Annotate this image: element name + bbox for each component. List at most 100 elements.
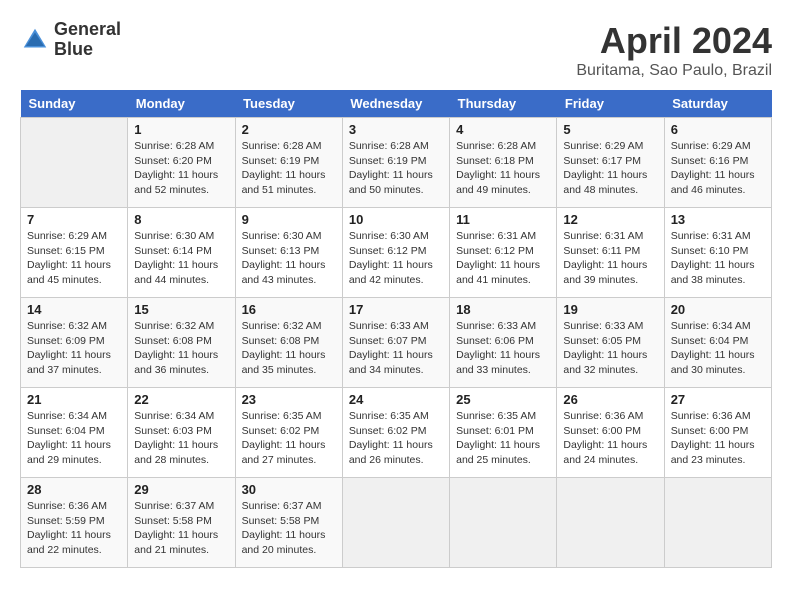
day-info: Sunrise: 6:33 AM Sunset: 6:05 PM Dayligh… bbox=[563, 319, 657, 378]
day-number: 24 bbox=[349, 392, 443, 407]
day-number: 11 bbox=[456, 212, 550, 227]
calendar-cell: 5 Sunrise: 6:29 AM Sunset: 6:17 PM Daylig… bbox=[557, 118, 664, 208]
calendar-cell bbox=[557, 478, 664, 568]
day-info: Sunrise: 6:28 AM Sunset: 6:18 PM Dayligh… bbox=[456, 139, 550, 198]
day-number: 20 bbox=[671, 302, 765, 317]
calendar-cell: 24 Sunrise: 6:35 AM Sunset: 6:02 PM Dayli… bbox=[342, 388, 449, 478]
day-info: Sunrise: 6:30 AM Sunset: 6:13 PM Dayligh… bbox=[242, 229, 336, 288]
day-info: Sunrise: 6:34 AM Sunset: 6:04 PM Dayligh… bbox=[671, 319, 765, 378]
day-number: 3 bbox=[349, 122, 443, 137]
day-info: Sunrise: 6:31 AM Sunset: 6:10 PM Dayligh… bbox=[671, 229, 765, 288]
day-number: 4 bbox=[456, 122, 550, 137]
day-number: 21 bbox=[27, 392, 121, 407]
day-info: Sunrise: 6:28 AM Sunset: 6:20 PM Dayligh… bbox=[134, 139, 228, 198]
calendar-week-row: 28Sunrise: 6:36 AM Sunset: 5:59 PM Dayli… bbox=[21, 478, 772, 568]
calendar-cell: 8 Sunrise: 6:30 AM Sunset: 6:14 PM Daylig… bbox=[128, 208, 235, 298]
day-number: 19 bbox=[563, 302, 657, 317]
calendar-cell: 22Sunrise: 6:34 AM Sunset: 6:03 PM Dayli… bbox=[128, 388, 235, 478]
day-of-week-header: Sunday bbox=[21, 90, 128, 118]
day-number: 17 bbox=[349, 302, 443, 317]
calendar-cell bbox=[664, 478, 771, 568]
calendar-cell: 1 Sunrise: 6:28 AM Sunset: 6:20 PM Daylig… bbox=[128, 118, 235, 208]
calendar-cell: 25 Sunrise: 6:35 AM Sunset: 6:01 PM Dayli… bbox=[450, 388, 557, 478]
calendar-cell: 17Sunrise: 6:33 AM Sunset: 6:07 PM Dayli… bbox=[342, 298, 449, 388]
calendar-cell: 15 Sunrise: 6:32 AM Sunset: 6:08 PM Dayli… bbox=[128, 298, 235, 388]
day-number: 12 bbox=[563, 212, 657, 227]
calendar-cell: 26 Sunrise: 6:36 AM Sunset: 6:00 PM Dayli… bbox=[557, 388, 664, 478]
day-of-week-header: Tuesday bbox=[235, 90, 342, 118]
day-number: 27 bbox=[671, 392, 765, 407]
calendar-week-row: 7 Sunrise: 6:29 AM Sunset: 6:15 PM Daylig… bbox=[21, 208, 772, 298]
logo: General Blue bbox=[20, 20, 121, 60]
calendar-cell: 4 Sunrise: 6:28 AM Sunset: 6:18 PM Daylig… bbox=[450, 118, 557, 208]
day-info: Sunrise: 6:31 AM Sunset: 6:11 PM Dayligh… bbox=[563, 229, 657, 288]
calendar-cell: 14 Sunrise: 6:32 AM Sunset: 6:09 PM Dayli… bbox=[21, 298, 128, 388]
day-info: Sunrise: 6:36 AM Sunset: 5:59 PM Dayligh… bbox=[27, 499, 121, 558]
day-number: 16 bbox=[242, 302, 336, 317]
calendar-cell: 16Sunrise: 6:32 AM Sunset: 6:08 PM Dayli… bbox=[235, 298, 342, 388]
day-info: Sunrise: 6:34 AM Sunset: 6:03 PM Dayligh… bbox=[134, 409, 228, 468]
day-of-week-header: Monday bbox=[128, 90, 235, 118]
day-number: 9 bbox=[242, 212, 336, 227]
day-of-week-header: Wednesday bbox=[342, 90, 449, 118]
month-title: April 2024 bbox=[576, 20, 772, 62]
day-number: 10 bbox=[349, 212, 443, 227]
calendar-cell: 27 Sunrise: 6:36 AM Sunset: 6:00 PM Dayli… bbox=[664, 388, 771, 478]
calendar-cell: 21Sunrise: 6:34 AM Sunset: 6:04 PM Dayli… bbox=[21, 388, 128, 478]
day-number: 6 bbox=[671, 122, 765, 137]
days-of-week-row: SundayMondayTuesdayWednesdayThursdayFrid… bbox=[21, 90, 772, 118]
day-info: Sunrise: 6:35 AM Sunset: 6:02 PM Dayligh… bbox=[242, 409, 336, 468]
day-info: Sunrise: 6:28 AM Sunset: 6:19 PM Dayligh… bbox=[242, 139, 336, 198]
day-info: Sunrise: 6:29 AM Sunset: 6:17 PM Dayligh… bbox=[563, 139, 657, 198]
day-number: 23 bbox=[242, 392, 336, 407]
day-number: 1 bbox=[134, 122, 228, 137]
day-info: Sunrise: 6:35 AM Sunset: 6:01 PM Dayligh… bbox=[456, 409, 550, 468]
calendar-cell: 9 Sunrise: 6:30 AM Sunset: 6:13 PM Daylig… bbox=[235, 208, 342, 298]
calendar-cell: 6 Sunrise: 6:29 AM Sunset: 6:16 PM Daylig… bbox=[664, 118, 771, 208]
calendar-cell: 10Sunrise: 6:30 AM Sunset: 6:12 PM Dayli… bbox=[342, 208, 449, 298]
day-number: 26 bbox=[563, 392, 657, 407]
calendar-cell: 28Sunrise: 6:36 AM Sunset: 5:59 PM Dayli… bbox=[21, 478, 128, 568]
day-info: Sunrise: 6:29 AM Sunset: 6:16 PM Dayligh… bbox=[671, 139, 765, 198]
day-info: Sunrise: 6:37 AM Sunset: 5:58 PM Dayligh… bbox=[134, 499, 228, 558]
location: Buritama, Sao Paulo, Brazil bbox=[576, 62, 772, 80]
day-number: 5 bbox=[563, 122, 657, 137]
calendar-cell bbox=[21, 118, 128, 208]
logo-icon bbox=[20, 25, 50, 55]
calendar-week-row: 21Sunrise: 6:34 AM Sunset: 6:04 PM Dayli… bbox=[21, 388, 772, 478]
calendar-cell: 20 Sunrise: 6:34 AM Sunset: 6:04 PM Dayli… bbox=[664, 298, 771, 388]
calendar-body: 1 Sunrise: 6:28 AM Sunset: 6:20 PM Daylig… bbox=[21, 118, 772, 568]
page-header: General Blue April 2024 Buritama, Sao Pa… bbox=[20, 20, 772, 80]
calendar-cell: 30 Sunrise: 6:37 AM Sunset: 5:58 PM Dayli… bbox=[235, 478, 342, 568]
day-number: 7 bbox=[27, 212, 121, 227]
day-info: Sunrise: 6:30 AM Sunset: 6:14 PM Dayligh… bbox=[134, 229, 228, 288]
day-info: Sunrise: 6:32 AM Sunset: 6:08 PM Dayligh… bbox=[134, 319, 228, 378]
day-info: Sunrise: 6:35 AM Sunset: 6:02 PM Dayligh… bbox=[349, 409, 443, 468]
day-number: 30 bbox=[242, 482, 336, 497]
day-number: 14 bbox=[27, 302, 121, 317]
day-number: 8 bbox=[134, 212, 228, 227]
calendar-cell: 19 Sunrise: 6:33 AM Sunset: 6:05 PM Dayli… bbox=[557, 298, 664, 388]
day-info: Sunrise: 6:28 AM Sunset: 6:19 PM Dayligh… bbox=[349, 139, 443, 198]
day-info: Sunrise: 6:32 AM Sunset: 6:09 PM Dayligh… bbox=[27, 319, 121, 378]
calendar-cell: 18Sunrise: 6:33 AM Sunset: 6:06 PM Dayli… bbox=[450, 298, 557, 388]
calendar-header: SundayMondayTuesdayWednesdayThursdayFrid… bbox=[21, 90, 772, 118]
day-of-week-header: Thursday bbox=[450, 90, 557, 118]
day-number: 29 bbox=[134, 482, 228, 497]
day-info: Sunrise: 6:37 AM Sunset: 5:58 PM Dayligh… bbox=[242, 499, 336, 558]
logo-text: General Blue bbox=[54, 20, 121, 60]
calendar-cell: 7 Sunrise: 6:29 AM Sunset: 6:15 PM Daylig… bbox=[21, 208, 128, 298]
calendar-week-row: 14 Sunrise: 6:32 AM Sunset: 6:09 PM Dayli… bbox=[21, 298, 772, 388]
day-of-week-header: Friday bbox=[557, 90, 664, 118]
day-number: 25 bbox=[456, 392, 550, 407]
day-info: Sunrise: 6:36 AM Sunset: 6:00 PM Dayligh… bbox=[671, 409, 765, 468]
calendar-cell: 2 Sunrise: 6:28 AM Sunset: 6:19 PM Daylig… bbox=[235, 118, 342, 208]
day-info: Sunrise: 6:29 AM Sunset: 6:15 PM Dayligh… bbox=[27, 229, 121, 288]
calendar-cell: 23 Sunrise: 6:35 AM Sunset: 6:02 PM Dayli… bbox=[235, 388, 342, 478]
day-info: Sunrise: 6:31 AM Sunset: 6:12 PM Dayligh… bbox=[456, 229, 550, 288]
calendar-week-row: 1 Sunrise: 6:28 AM Sunset: 6:20 PM Daylig… bbox=[21, 118, 772, 208]
day-number: 2 bbox=[242, 122, 336, 137]
day-info: Sunrise: 6:36 AM Sunset: 6:00 PM Dayligh… bbox=[563, 409, 657, 468]
day-number: 15 bbox=[134, 302, 228, 317]
calendar-cell: 3 Sunrise: 6:28 AM Sunset: 6:19 PM Daylig… bbox=[342, 118, 449, 208]
